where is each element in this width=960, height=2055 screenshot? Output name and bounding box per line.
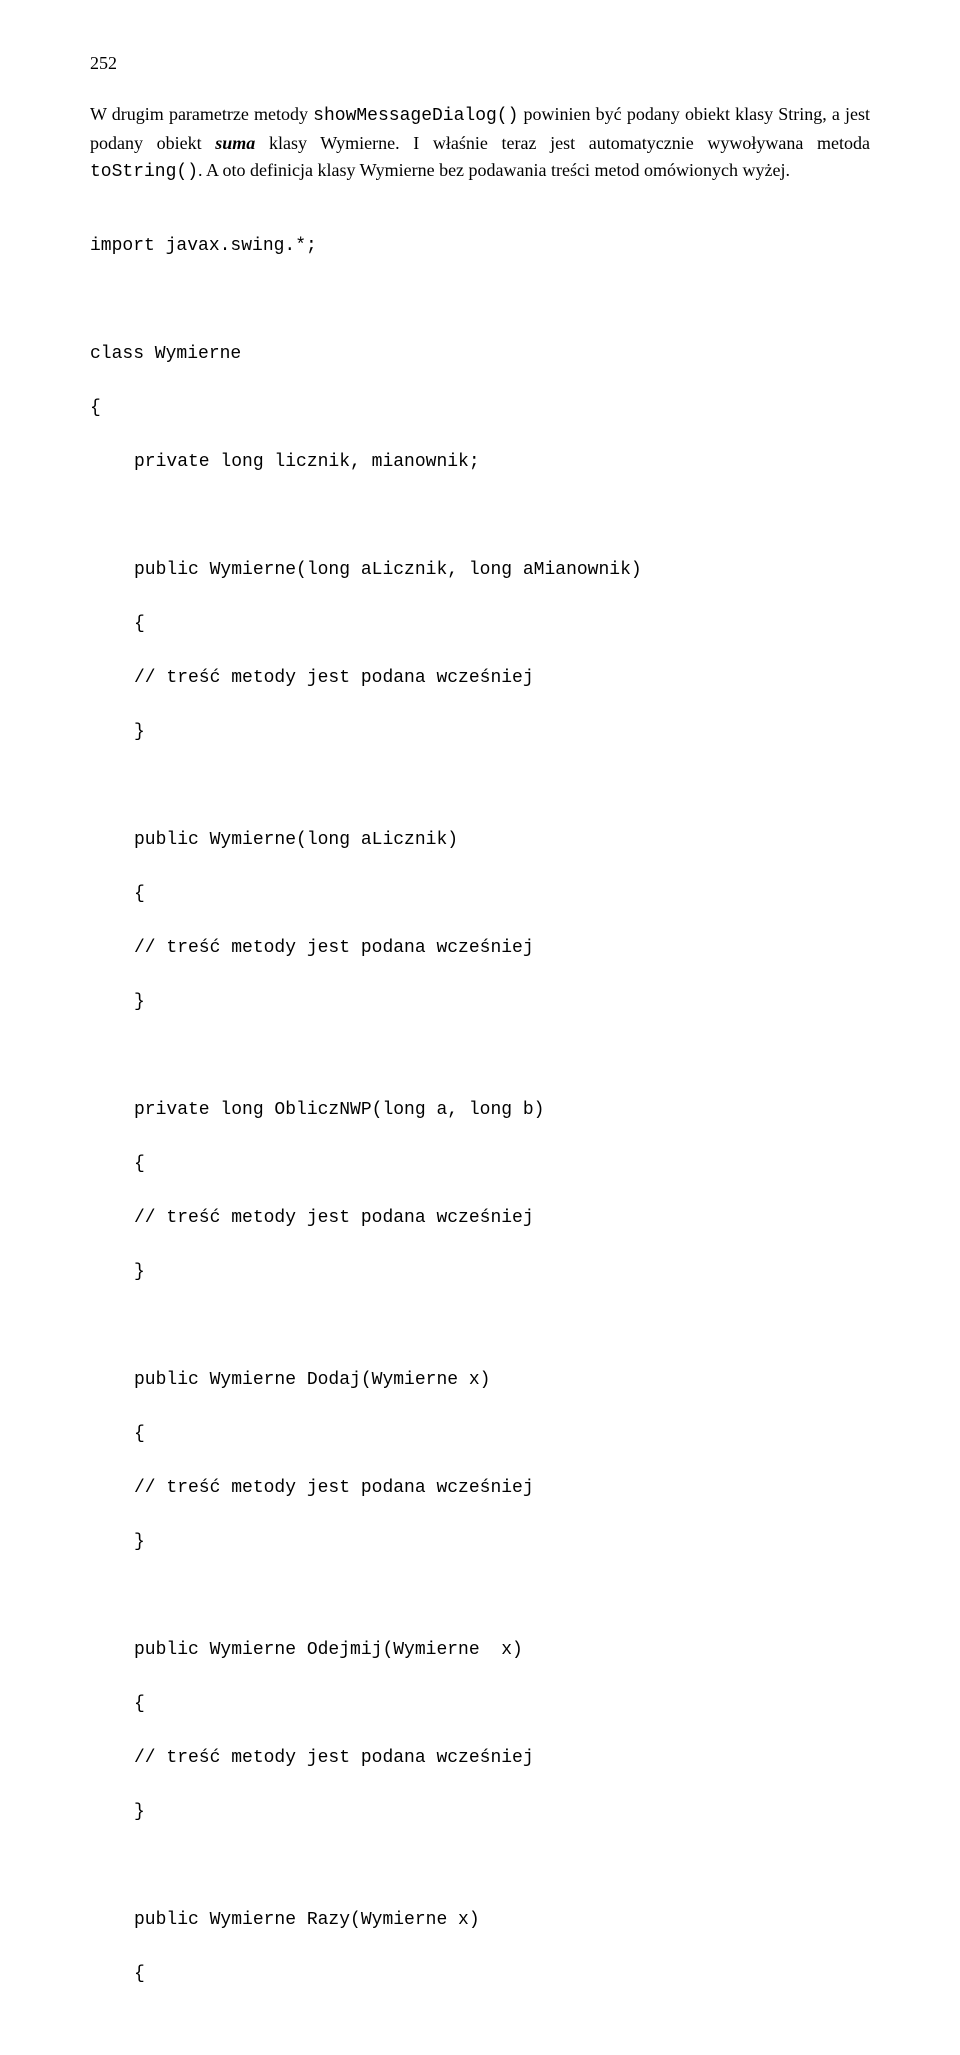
code-line: // treść metody jest podana wcześniej — [90, 1205, 870, 1232]
code-line: public Wymierne Odejmij(Wymierne x) — [90, 1637, 870, 1664]
code-line: } — [90, 1259, 870, 1286]
code-line: } — [90, 719, 870, 746]
code-line: public Wymierne(long aLicznik) — [90, 827, 870, 854]
code-line: { — [90, 395, 870, 422]
code-line: // treść metody jest podana wcześniej — [90, 1475, 870, 1502]
code-line — [90, 773, 870, 800]
code-line: { — [90, 1961, 870, 1988]
code-line — [90, 287, 870, 314]
code-line — [90, 503, 870, 530]
code-line: } — [90, 1529, 870, 1556]
emphasis-run: suma — [215, 133, 255, 153]
code-run: showMessageDialog() — [313, 106, 518, 126]
code-line: public Wymierne(long aLicznik, long aMia… — [90, 557, 870, 584]
page-number: 252 — [90, 50, 870, 77]
code-line: } — [90, 989, 870, 1016]
text-run: klasy Wymierne. I właśnie teraz jest aut… — [255, 133, 870, 153]
code-line — [90, 1853, 870, 1880]
code-block: import javax.swing.*; class Wymierne { p… — [90, 206, 870, 2015]
paragraph: W drugim parametrze metody showMessageDi… — [90, 101, 870, 186]
code-line: // treść metody jest podana wcześniej — [90, 935, 870, 962]
code-line: private long ObliczNWP(long a, long b) — [90, 1097, 870, 1124]
code-line: { — [90, 881, 870, 908]
code-line: public Wymierne Dodaj(Wymierne x) — [90, 1367, 870, 1394]
code-line — [90, 1313, 870, 1340]
code-line: // treść metody jest podana wcześniej — [90, 1745, 870, 1772]
code-line: } — [90, 1799, 870, 1826]
text-run: W drugim parametrze metody — [90, 104, 313, 124]
code-line — [90, 1043, 870, 1070]
code-line: { — [90, 1151, 870, 1178]
text-run: . A oto definicja klasy Wymierne bez pod… — [198, 160, 790, 180]
code-line: private long licznik, mianownik; — [90, 449, 870, 476]
code-line: // treść metody jest podana wcześniej — [90, 665, 870, 692]
code-line: { — [90, 1691, 870, 1718]
code-line: import javax.swing.*; — [90, 233, 870, 260]
code-line: public Wymierne Razy(Wymierne x) — [90, 1907, 870, 1934]
code-line: class Wymierne — [90, 341, 870, 368]
code-line — [90, 1583, 870, 1610]
code-line: { — [90, 611, 870, 638]
code-line: { — [90, 1421, 870, 1448]
code-run: toString() — [90, 162, 198, 182]
